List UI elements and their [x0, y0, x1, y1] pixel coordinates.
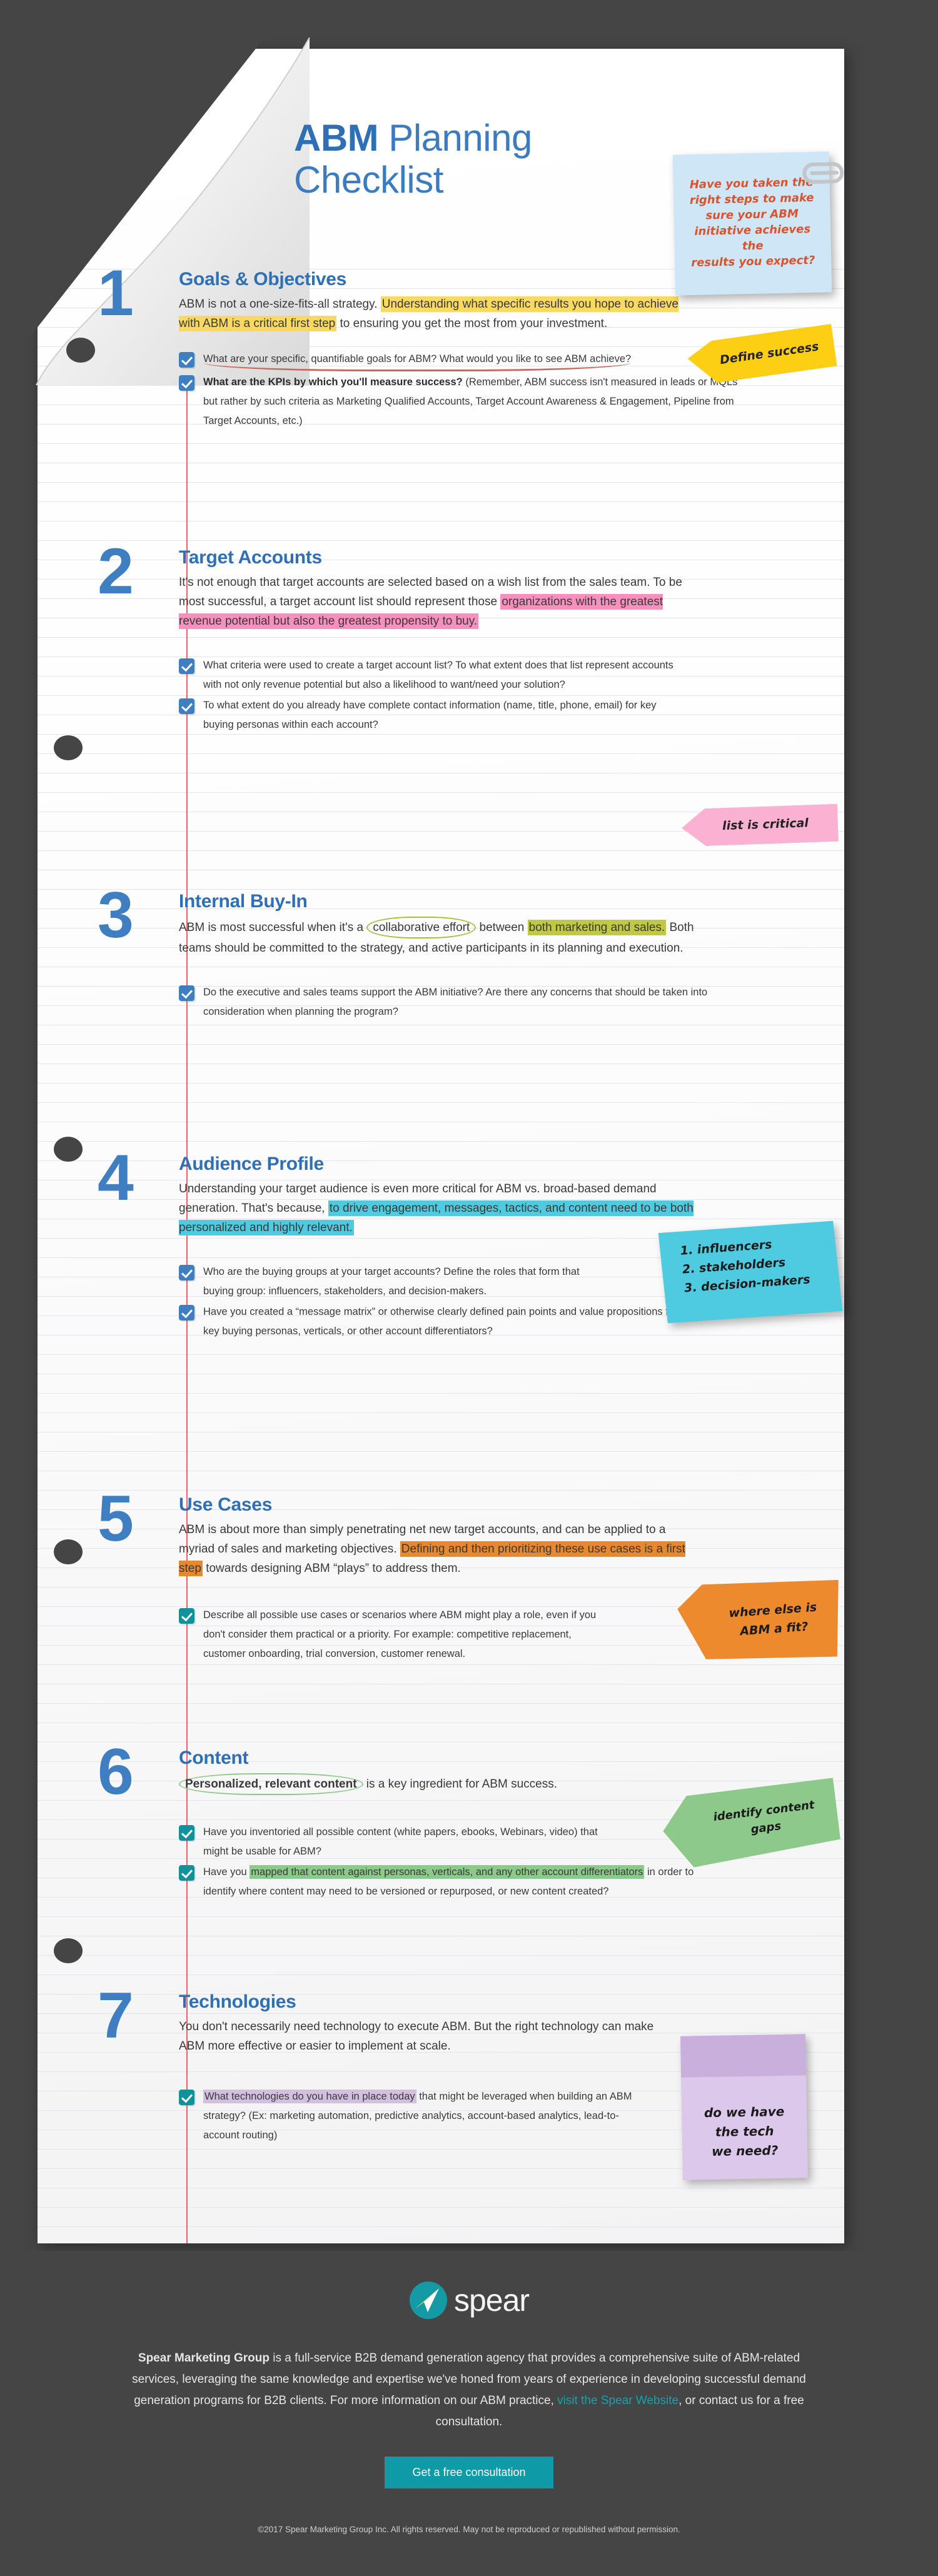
section-internal-buy-in: 3 Internal Buy-In ABM is most successful…: [98, 883, 805, 1023]
sticky-note-list-is-critical: list is critical: [681, 804, 839, 847]
checkbox-checked-icon[interactable]: [179, 352, 194, 368]
body-post: towards designing ABM “plays” to address…: [202, 1562, 461, 1575]
spear-logo: spear: [409, 2281, 530, 2320]
punch-hole: [54, 735, 83, 760]
checklist-text: Describe all possible use cases or scena…: [203, 1609, 597, 1659]
checklist-item[interactable]: To what extent do you already have compl…: [179, 696, 805, 735]
section-number: 2: [98, 535, 134, 608]
checkbox-checked-icon[interactable]: [179, 375, 194, 391]
section-title: Technologies: [179, 1991, 296, 2012]
body-pre: ABM is not a one-size-fits-all strategy.: [179, 298, 381, 311]
checklist-text-bold: What are the KPIs by which you'll measur…: [203, 376, 463, 388]
checklist-text: Do the executive and sales teams support…: [203, 987, 708, 1017]
sticky-note-text: list is critical: [722, 816, 809, 833]
checklist-text: Have you mapped that content against per…: [203, 1863, 704, 1901]
checklist-text-underlined: What are your specific, quantifiable goa…: [203, 350, 632, 371]
footer-legal: ©2017 Spear Marketing Group Inc. All rig…: [258, 2525, 680, 2534]
paperclip-icon: [802, 162, 844, 184]
punch-hole: [54, 1938, 83, 1963]
section-title: Content: [179, 1748, 249, 1768]
highlight-green: mapped that content against personas, ve…: [250, 1865, 645, 1879]
checklist-text: What are your specific, quantifiable goa…: [203, 350, 747, 371]
section-title: Target Accounts: [179, 547, 322, 568]
checkbox-checked-icon[interactable]: [179, 698, 194, 714]
checklist-item[interactable]: Have you mapped that content against per…: [179, 1863, 805, 1901]
checklist-text: What technologies do you have in place t…: [203, 2087, 635, 2145]
checklist-text: What are the KPIs by which you'll measur…: [203, 373, 747, 431]
checkbox-checked-icon[interactable]: [179, 658, 194, 674]
section-body: ABM is not a one-size-fits-all strategy.…: [149, 294, 699, 333]
punch-hole: [54, 1539, 83, 1564]
section-number: 1: [98, 257, 134, 330]
section-title: Use Cases: [179, 1494, 273, 1515]
punch-hole: [66, 338, 95, 363]
checklist-text-pre: Have you: [203, 1866, 250, 1878]
highlight-olive: both marketing and sales.: [527, 920, 667, 935]
page-title-brand: ABM: [294, 117, 379, 159]
checkbox-checked-icon[interactable]: [179, 1608, 194, 1624]
checkbox-checked-icon[interactable]: [179, 985, 194, 1001]
checkbox-checked-icon[interactable]: [179, 1825, 194, 1841]
checkbox-checked-icon[interactable]: [179, 1305, 194, 1321]
section-number: 4: [98, 1142, 134, 1214]
body-pre: ABM is most successful when it's a: [179, 921, 367, 934]
get-free-consultation-button[interactable]: Get a free consultation: [385, 2457, 553, 2488]
sticky-note-tech-need: do we have the tech we need?: [680, 2034, 808, 2180]
checklist-item[interactable]: What criteria were used to create a targ…: [179, 656, 805, 695]
checklist: What criteria were used to create a targ…: [149, 656, 805, 735]
section-body: ABM is about more than simply penetratin…: [149, 1520, 699, 1578]
footer: spear Spear Marketing Group is a full-se…: [0, 2251, 938, 2576]
body-post: is a key ingredient for ABM success.: [363, 1778, 557, 1791]
section-body: Understanding your target audience is ev…: [149, 1179, 699, 1237]
section-body: ABM is most successful when it's a colla…: [149, 917, 699, 958]
circled-annotation: collaborative effort: [366, 917, 477, 938]
sticky-note-buying-roles: 1. influencers 2. stakeholders 3. decisi…: [658, 1220, 843, 1324]
spear-logo-icon: [409, 2282, 447, 2319]
checklist-text: What criteria were used to create a targ…: [203, 660, 673, 690]
checklist-text: Have you inventoried all possible conten…: [203, 1826, 598, 1857]
checklist-item[interactable]: Do the executive and sales teams support…: [179, 983, 805, 1022]
checkbox-checked-icon[interactable]: [179, 2090, 194, 2105]
section-target-accounts: 2 Target Accounts It's not enough that t…: [98, 539, 805, 736]
checklist-text: To what extent do you already have compl…: [203, 700, 657, 730]
body-mid: between: [476, 921, 528, 934]
section-number: 6: [98, 1736, 134, 1808]
checkbox-checked-icon[interactable]: [179, 1265, 194, 1280]
body-post: to ensuring you get the most from your i…: [336, 317, 608, 330]
checklist-text: Who are the buying groups at your target…: [203, 1266, 580, 1297]
checklist-item[interactable]: What are the KPIs by which you'll measur…: [179, 373, 805, 431]
page-title: ABM Planning Checklist: [294, 75, 532, 201]
sticky-note-text: 1. influencers 2. stakeholders 3. decisi…: [679, 1237, 811, 1296]
footer-description: Spear Marketing Group is a full-service …: [131, 2348, 807, 2433]
spear-logo-wordmark: spear: [453, 2283, 530, 2318]
sticky-note-blue: Have you taken the right steps to make s…: [672, 151, 844, 296]
section-title: Audience Profile: [179, 1154, 324, 1174]
section-number: 7: [98, 1980, 134, 2052]
section-body: You don't necessarily need technology to…: [179, 2020, 654, 2053]
section-body: It's not enough that target accounts are…: [149, 573, 699, 631]
checklist: Do the executive and sales teams support…: [149, 983, 805, 1022]
highlight-purple: What technologies do you have in place t…: [203, 2090, 416, 2103]
circled-annotation: Personalized, relevant content: [179, 1773, 363, 1795]
sticky-note-strip: [680, 2034, 807, 2078]
section-number: 3: [98, 879, 134, 952]
checkbox-checked-icon[interactable]: [179, 1865, 194, 1881]
spear-website-link[interactable]: visit the Spear Website: [557, 2394, 678, 2407]
section-title: Internal Buy-In: [179, 891, 308, 912]
footer-company-name: Spear Marketing Group: [138, 2352, 270, 2365]
punch-hole: [54, 1137, 83, 1162]
section-body: Personalized, relevant content is a key …: [149, 1773, 699, 1795]
section-number: 5: [98, 1482, 134, 1555]
